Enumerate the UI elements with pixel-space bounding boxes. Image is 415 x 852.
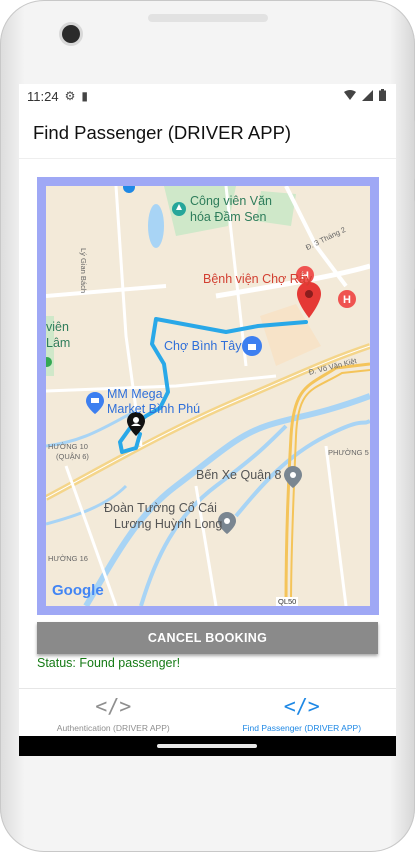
nav-item-find-passenger[interactable]: </> Find Passenger (DRIVER APP) xyxy=(208,689,397,737)
map-label-hospital: Bệnh viện Chợ Rẫy xyxy=(203,272,312,286)
map-label-road: Lý Gian Bách xyxy=(79,248,88,294)
nav-item-authentication[interactable]: </> Authentication (DRIVER APP) xyxy=(19,689,208,737)
front-camera xyxy=(62,25,80,43)
status-text: Status: Found passenger! xyxy=(37,656,181,670)
park-icon xyxy=(172,202,186,216)
bus-station-pin-icon xyxy=(284,466,302,488)
google-logo: Google xyxy=(52,582,104,599)
speaker xyxy=(148,14,268,22)
code-icon: </> xyxy=(283,694,320,718)
map-label-ward: PHƯỜNG 5 xyxy=(328,448,369,457)
map-label-market: Chợ Bình Tây xyxy=(164,339,242,353)
bottom-navigation: </> Authentication (DRIVER APP) </> Find… xyxy=(19,688,396,737)
nav-item-label: Find Passenger (DRIVER APP) xyxy=(242,723,362,733)
battery-icon xyxy=(379,89,386,101)
map-label-ward: HƯỜNG 10 xyxy=(48,442,88,451)
map-label-mall: MM Mega xyxy=(107,387,163,401)
app-bar: Find Passenger (DRIVER APP) xyxy=(19,108,396,159)
map-label-park: Công viên Văn xyxy=(190,194,273,208)
status-bar: 11:24 ⚙ ▮ xyxy=(19,84,396,108)
map-label-park: hóa Đầm Sen xyxy=(190,210,267,224)
nav-item-label: Authentication (DRIVER APP) xyxy=(56,723,170,733)
status-time: 11:24 xyxy=(27,88,59,104)
home-indicator[interactable] xyxy=(157,744,257,748)
svg-text:H: H xyxy=(343,294,351,306)
destination-pin-icon xyxy=(297,282,321,318)
map-label-landmark: Lương Huỳnh Long xyxy=(114,517,223,531)
park-icon xyxy=(46,357,52,367)
wifi-icon xyxy=(344,89,356,100)
shopping-pin-icon xyxy=(86,392,104,414)
system-navigation-bar xyxy=(19,736,396,756)
map-view[interactable]: H H Công viên Văn hóa Đầm Sen Bệnh viện … xyxy=(46,186,370,606)
page-title: Find Passenger (DRIVER APP) xyxy=(33,122,292,143)
signal-icon xyxy=(362,89,373,101)
map-label-ward: (QUẬN 6) xyxy=(56,452,89,461)
map-label-park: viên xyxy=(46,320,69,334)
hospital-icon: H xyxy=(338,290,356,308)
map-label-ward: HƯỜNG 16 xyxy=(48,554,88,563)
map-label-landmark: Đoàn Tường Cổ Cái xyxy=(104,501,217,515)
screen: 11:24 ⚙ ▮ Find Passenger (DRIVER APP) H … xyxy=(19,84,396,756)
gear-icon: ⚙ xyxy=(64,89,76,103)
map-label-mall: Market Bình Phú xyxy=(107,402,201,416)
cancel-booking-button[interactable]: CANCEL BOOKING xyxy=(37,622,378,654)
market-icon xyxy=(242,336,262,356)
map-frame: H H Công viên Văn hóa Đầm Sen Bệnh viện … xyxy=(37,177,379,615)
map-label-highway: QL50 xyxy=(276,597,299,606)
map-label-bus-station: Bến Xe Quận 8 xyxy=(196,468,282,482)
poi-icon xyxy=(123,186,135,193)
code-icon: </> xyxy=(95,694,132,718)
phone-frame: 11:24 ⚙ ▮ Find Passenger (DRIVER APP) H … xyxy=(0,0,415,852)
sd-card-icon: ▮ xyxy=(81,89,88,103)
map-label-park: Lâm xyxy=(46,336,71,350)
